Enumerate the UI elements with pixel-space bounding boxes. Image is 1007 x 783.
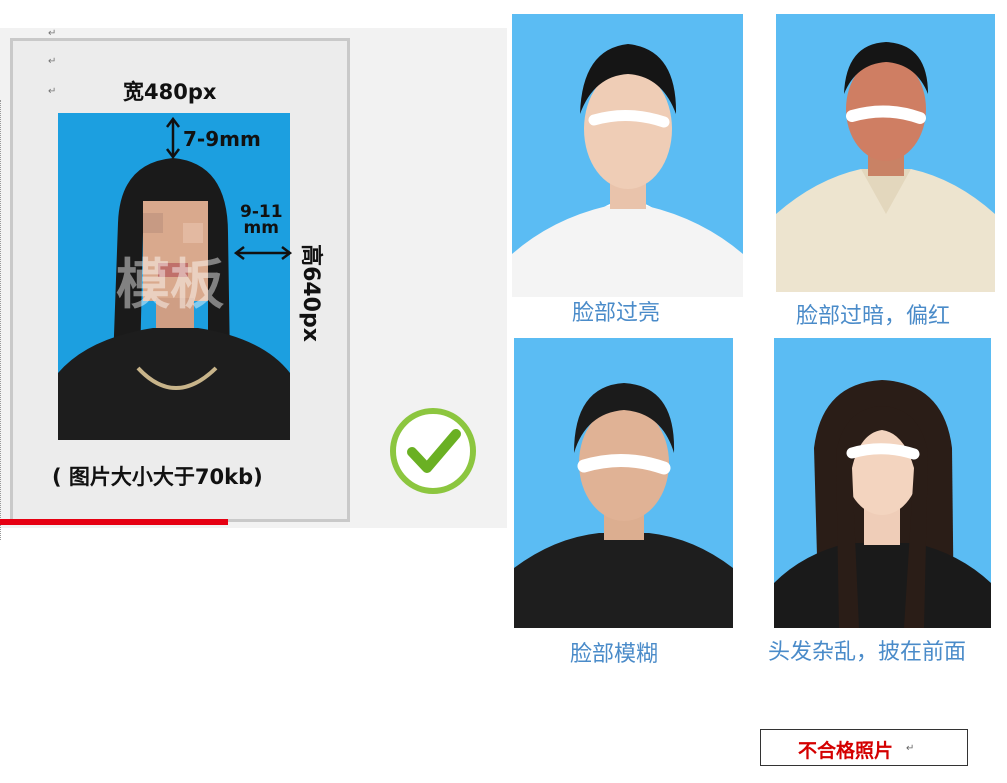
- reject-label: 不合格照片: [798, 740, 894, 762]
- top-margin-label: 7-9mm: [183, 127, 261, 151]
- caption-too-dark: 脸部过暗，偏红: [796, 304, 951, 329]
- caption-blurry: 脸部模糊: [570, 642, 659, 667]
- side-margin-arrow-icon: [234, 246, 292, 260]
- width-label: 宽480px: [123, 80, 217, 104]
- caption-too-bright: 脸部过亮: [572, 301, 661, 326]
- side-margin-unit: mm: [243, 218, 279, 238]
- sample-id-photo: 模板: [58, 113, 290, 440]
- paragraph-mark: ↵: [48, 56, 57, 67]
- paragraph-mark: ↵: [906, 743, 915, 754]
- watermark-text: 模板: [116, 253, 224, 316]
- paragraph-mark: ↵: [48, 86, 57, 97]
- top-margin-arrow-icon: [166, 117, 180, 159]
- example-photo-blurry: [514, 338, 733, 628]
- margin-dotted-line: [0, 100, 2, 540]
- caption-messy-hair: 头发杂乱，披在前面: [768, 640, 967, 665]
- side-margin-label: 9-11 mm: [240, 204, 283, 238]
- example-photo-messy-hair: [774, 338, 991, 628]
- example-photo-too-dark: [776, 14, 995, 292]
- example-photo-too-bright: [512, 14, 743, 297]
- paragraph-mark: ↵: [48, 28, 57, 39]
- red-accent-bar: [0, 519, 228, 525]
- height-label: 高640px: [298, 244, 323, 342]
- checkmark-icon: [390, 408, 476, 494]
- file-size-note: ( 图片大小大于70kb): [52, 465, 263, 489]
